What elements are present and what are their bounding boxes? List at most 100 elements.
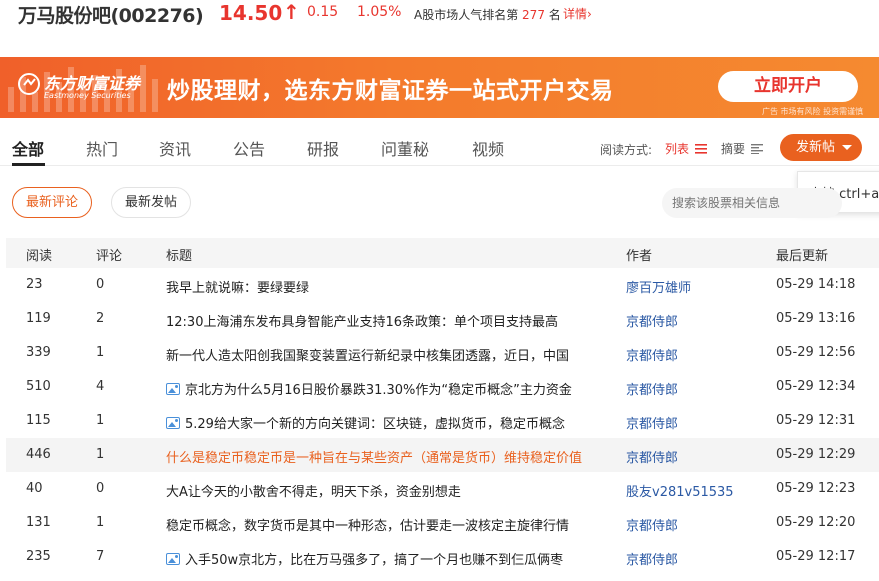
comment-count: 0 <box>96 277 105 292</box>
post-updated-time: 05-29 12:56 <box>776 345 856 360</box>
filter-latest-comment[interactable]: 最新评论 <box>12 187 92 218</box>
ad-banner[interactable]: 东方财富证券 Eastmoney Securities 炒股理财，选东方财富证券… <box>0 57 879 118</box>
new-post-label: 发新帖 <box>796 140 836 155</box>
detail-label: 详情 <box>563 7 588 21</box>
read-count: 235 <box>26 549 51 564</box>
eastmoney-logo-icon <box>18 73 40 95</box>
post-title-text: 5.29给大家一个新的方向关键词：区块链，虚拟货币，稳定币概念 <box>185 417 565 432</box>
table-row: 115 1 5.29给大家一个新的方向关键词：区块链，虚拟货币，稳定币概念 京都… <box>6 404 879 438</box>
price-change: 0.15 <box>307 4 339 20</box>
post-author[interactable]: 股友v281v51535 <box>626 481 734 500</box>
post-title-with-image[interactable]: 京北方为什么5月16日股价暴跌31.30%作为“稳定币概念”主力资金 <box>166 379 606 398</box>
tab-video[interactable]: 视频 <box>472 136 504 160</box>
post-updated-time: 05-29 12:23 <box>776 481 856 496</box>
read-count: 115 <box>26 413 51 428</box>
list-icon <box>694 144 707 154</box>
rank-value: 277 <box>522 8 545 22</box>
comment-count: 7 <box>96 549 105 564</box>
post-title[interactable]: 我早上就说嘛：要绿要绿 <box>166 277 606 296</box>
read-mode-summary[interactable]: 摘要 <box>721 140 763 157</box>
post-author[interactable]: 京都侍郎 <box>626 549 678 568</box>
header-title: 标题 <box>166 249 193 264</box>
table-row: 235 7 入手50w京北方，比在万马强多了，搞了一个月也赚不到仨瓜俩枣 京都侍… <box>6 540 879 574</box>
comment-count: 4 <box>96 379 105 394</box>
post-updated-time: 05-29 12:31 <box>776 413 856 428</box>
comment-count: 1 <box>96 413 105 428</box>
table-row: 510 4 京北方为什么5月16日股价暴跌31.30%作为“稳定币概念”主力资金… <box>6 370 879 404</box>
post-updated-time: 05-29 12:17 <box>776 549 856 564</box>
read-count: 446 <box>26 447 51 462</box>
read-count: 23 <box>26 277 43 292</box>
post-title[interactable]: 稳定币概念，数字货币是其中一种形态，估计要走一波核定主旋律行情 <box>166 515 606 534</box>
post-author[interactable]: 京都侍郎 <box>626 311 678 330</box>
image-icon <box>166 417 180 429</box>
tab-hot[interactable]: 热门 <box>86 136 118 160</box>
stock-search-input[interactable] <box>662 188 842 218</box>
banner-slogan: 炒股理财，选东方财富证券一站式开户交易 <box>167 78 614 104</box>
read-count: 40 <box>26 481 43 496</box>
table-row: 40 0 大A让今天的小散舍不得走，明天下杀，资金别想走 股友v281v5153… <box>6 472 879 506</box>
up-arrow-icon: ↑ <box>283 0 300 24</box>
post-author[interactable]: 京都侍郎 <box>626 345 678 364</box>
image-icon <box>166 383 180 395</box>
table-row: 131 1 稳定币概念，数字货币是其中一种形态，估计要走一波核定主旋律行情 京都… <box>6 506 879 540</box>
post-author[interactable]: 京都侍郎 <box>626 447 678 466</box>
read-count: 510 <box>26 379 51 394</box>
post-title-with-image[interactable]: 5.29给大家一个新的方向关键词：区块链，虚拟货币，稳定币概念 <box>166 413 606 432</box>
stock-bar-title[interactable]: 万马股份吧(002276) <box>18 1 204 28</box>
header-last-updated: 最后更新 <box>776 249 829 264</box>
read-count: 131 <box>26 515 51 530</box>
read-count: 339 <box>26 345 51 360</box>
filter-latest-post[interactable]: 最新发帖 <box>111 187 191 218</box>
post-author[interactable]: 京都侍郎 <box>626 379 678 398</box>
post-author[interactable]: 京都侍郎 <box>626 515 678 534</box>
comment-count: 2 <box>96 311 105 326</box>
active-tab-indicator <box>12 163 45 166</box>
comment-count: 1 <box>96 345 105 360</box>
post-updated-time: 05-29 14:18 <box>776 277 856 292</box>
post-updated-time: 05-29 12:29 <box>776 447 856 462</box>
comment-count: 1 <box>96 515 105 530</box>
tab-news[interactable]: 资讯 <box>159 136 191 160</box>
caret-down-icon <box>842 145 852 150</box>
post-title[interactable]: 12:30上海浦东发布具身智能产业支持16条政策：单个项目支持最高 <box>166 311 606 330</box>
price-change-pct: 1.05% <box>357 4 402 20</box>
post-title-text: 入手50w京北方，比在万马强多了，搞了一个月也赚不到仨瓜俩枣 <box>185 553 564 568</box>
new-post-button[interactable]: 发新帖 <box>780 134 862 161</box>
post-title[interactable]: 新一代人造太阳创我国聚变装置运行新纪录中核集团透露，近日，中国 <box>166 345 606 364</box>
banner-logo-en: Eastmoney Securities <box>44 91 131 100</box>
open-account-button[interactable]: 立即开户 <box>718 71 858 102</box>
read-mode-list-label: 列表 <box>665 142 690 156</box>
tab-ask-secretary[interactable]: 问董秘 <box>381 136 429 160</box>
post-title[interactable]: 大A让今天的小散舍不得走，明天下杀，资金别想走 <box>166 481 606 500</box>
detail-link[interactable]: 详情› <box>563 5 592 22</box>
tab-all[interactable]: 全部 <box>12 136 44 160</box>
image-icon <box>166 553 180 565</box>
table-row: 119 2 12:30上海浦东发布具身智能产业支持16条政策：单个项目支持最高 … <box>6 302 879 336</box>
header-author: 作者 <box>626 249 653 264</box>
chevron-right-icon: › <box>587 7 592 21</box>
header-comment: 评论 <box>96 249 123 264</box>
stock-header: 万马股份吧(002276) 14.50 ↑ 0.15 1.05% A股市场人气排… <box>0 0 879 28</box>
post-category-tabs: 全部 热门 资讯 公告 研报 问董秘 视频 阅读方式: 列表 摘要 发新帖 <box>0 128 879 166</box>
header-read: 阅读 <box>26 249 53 264</box>
rank-prefix: A股市场人气排名第 <box>414 8 519 22</box>
rank-suffix: 名 <box>548 8 561 22</box>
ad-disclaimer: 广告 市场有风险 投资需谨慎 <box>762 107 864 116</box>
table-row: 23 0 我早上就说嘛：要绿要绿 廖百万雄师 05-29 14:18 <box>6 268 879 302</box>
post-updated-time: 05-29 12:34 <box>776 379 856 394</box>
post-updated-time: 05-29 13:16 <box>776 311 856 326</box>
post-author[interactable]: 京都侍郎 <box>626 413 678 432</box>
table-row: 339 1 新一代人造太阳创我国聚变装置运行新纪录中核集团透露，近日，中国 京都… <box>6 336 879 370</box>
read-count: 119 <box>26 311 51 326</box>
tab-announcements[interactable]: 公告 <box>233 136 265 160</box>
comment-count: 0 <box>96 481 105 496</box>
tab-research[interactable]: 研报 <box>307 136 339 160</box>
post-title[interactable]: 什么是稳定币稳定币是一种旨在与某些资产（通常是货币）维持稳定价值 <box>166 447 606 466</box>
read-mode-summary-label: 摘要 <box>721 142 746 156</box>
read-mode-list[interactable]: 列表 <box>665 140 707 157</box>
stock-price: 14.50 <box>219 1 283 25</box>
read-mode-label: 阅读方式: <box>600 143 653 157</box>
post-title-with-image[interactable]: 入手50w京北方，比在万马强多了，搞了一个月也赚不到仨瓜俩枣 <box>166 549 606 568</box>
post-author[interactable]: 廖百万雄师 <box>626 277 691 296</box>
